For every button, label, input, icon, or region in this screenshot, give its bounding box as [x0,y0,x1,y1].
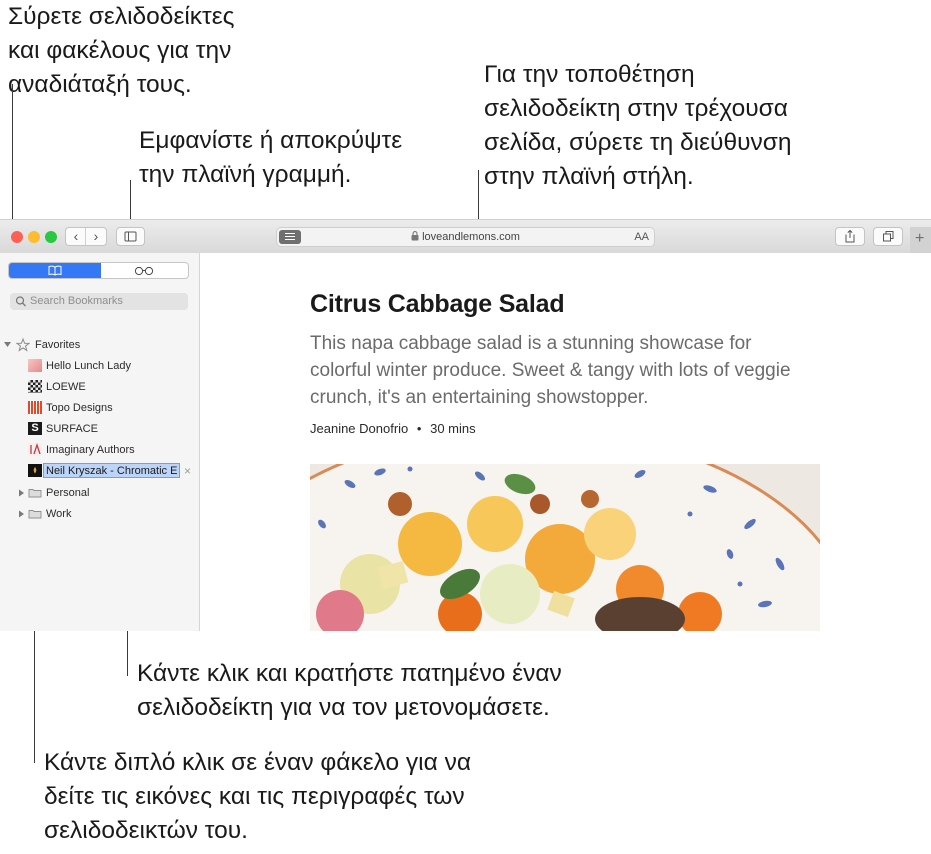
star-icon [16,337,30,352]
search-placeholder: Search Bookmarks [30,295,123,307]
callout-double-click: Κάντε διπλό κλικ σε έναν φάκελο για να δ… [44,749,472,844]
share-button[interactable] [835,227,865,246]
bookmarks-search-field[interactable]: Search Bookmarks [10,293,188,310]
disclosure-closed-icon[interactable] [17,483,27,503]
article-title: Citrus Cabbage Salad [310,290,565,318]
toolbar: ‹ › loveandlemons.com AA + [0,219,931,254]
glasses-icon [134,266,154,276]
salad-image [310,464,820,631]
sidebar-segmented-control [8,262,189,279]
bookmarks-sidebar: Search Bookmarks Favorites Hello Lunch L… [0,253,200,631]
bookmark-item-editing[interactable]: Neil Kryszak - Chromatic E × [28,461,196,481]
lock-icon [411,231,419,241]
author-name[interactable]: Jeanine Donofrio [310,421,408,436]
callout-rename: Κάντε κλικ και κρατήστε πατημένο έναν σε… [137,660,562,721]
callout-drag-reorder: Σύρετε σελιδοδείκτες και φακέλους για τη… [8,3,235,98]
search-icon [15,296,26,307]
minimize-button[interactable] [28,231,40,243]
book-icon [48,265,62,276]
bookmarks-tab[interactable] [9,263,101,278]
forward-button[interactable]: › [87,228,105,245]
disclosure-open-icon[interactable] [3,335,13,355]
show-all-tabs-button[interactable] [873,227,903,246]
neil-kryszak-favicon [28,464,42,477]
web-content: Citrus Cabbage Salad This napa cabbage s… [200,253,931,631]
folder-icon [28,489,42,498]
bookmark-item[interactable]: Imaginary Authors [28,440,188,460]
favorites-label: Favorites [35,339,81,351]
cook-time: 30 mins [430,421,476,436]
bookmark-label: Hello Lunch Lady [46,360,132,372]
address-text: loveandlemons.com [422,231,520,243]
folder-label: Personal [46,487,90,499]
bookmark-item[interactable]: S SURFACE [28,419,188,439]
back-forward-group: ‹ › [65,227,107,246]
rename-field-value: Neil Kryszak - Chromatic E [46,465,178,477]
favorites-folder[interactable]: Favorites [0,335,199,355]
folder-item-work[interactable]: Work [0,504,199,524]
surface-favicon: S [28,422,42,435]
back-button[interactable]: ‹ [67,228,86,245]
reading-list-tab[interactable] [101,263,188,278]
text-size-button[interactable]: AA [634,228,649,246]
bookmark-label: LOEWE [46,381,86,393]
address-bar[interactable]: loveandlemons.com AA [276,227,655,247]
flame-icon [33,467,37,474]
bookmark-item[interactable]: LOEWE [28,377,188,397]
zoom-button[interactable] [45,231,57,243]
hello-lunch-lady-favicon [28,359,42,372]
bookmark-rename-field[interactable]: Neil Kryszak - Chromatic E [43,463,180,478]
folder-label: Work [46,508,72,520]
loewe-favicon [28,380,42,393]
topo-designs-favicon [28,401,42,414]
safari-window: ‹ › loveandlemons.com AA + Search Bookma… [0,219,931,631]
article-byline: Jeanine Donofrio • 30 mins [310,421,476,436]
close-button[interactable] [11,231,23,243]
sidebar-toggle-button[interactable] [116,227,145,246]
plus-icon: + [915,230,925,247]
folder-icon [28,510,42,519]
tabs-icon [883,231,894,242]
article-subtitle: This napa cabbage salad is a stunning sh… [310,333,791,408]
callout-sidebar-toggle: Εμφανίστε ή αποκρύψτε την πλαϊνή γραμμή. [139,127,403,188]
byline-separator: • [416,421,422,436]
share-icon [845,229,855,243]
ia-mark-icon [30,442,41,455]
imaginary-authors-favicon [28,442,42,456]
bookmark-item[interactable]: Topo Designs [28,398,188,418]
clear-text-button[interactable]: × [184,461,191,481]
bookmark-label: SURFACE [46,423,98,435]
new-tab-button[interactable]: + [910,227,931,253]
bookmark-label: Imaginary Authors [46,444,135,456]
sidebar-icon [124,231,137,242]
folder-item-personal[interactable]: Personal [0,483,199,503]
bookmark-label: Topo Designs [46,402,113,414]
bookmark-item[interactable]: Hello Lunch Lady [28,356,188,376]
disclosure-closed-icon[interactable] [17,504,27,524]
salad-photo [310,464,820,631]
callout-add-bookmark: Για την τοποθέτηση σελιδοδείκτη στην τρέ… [484,61,792,190]
